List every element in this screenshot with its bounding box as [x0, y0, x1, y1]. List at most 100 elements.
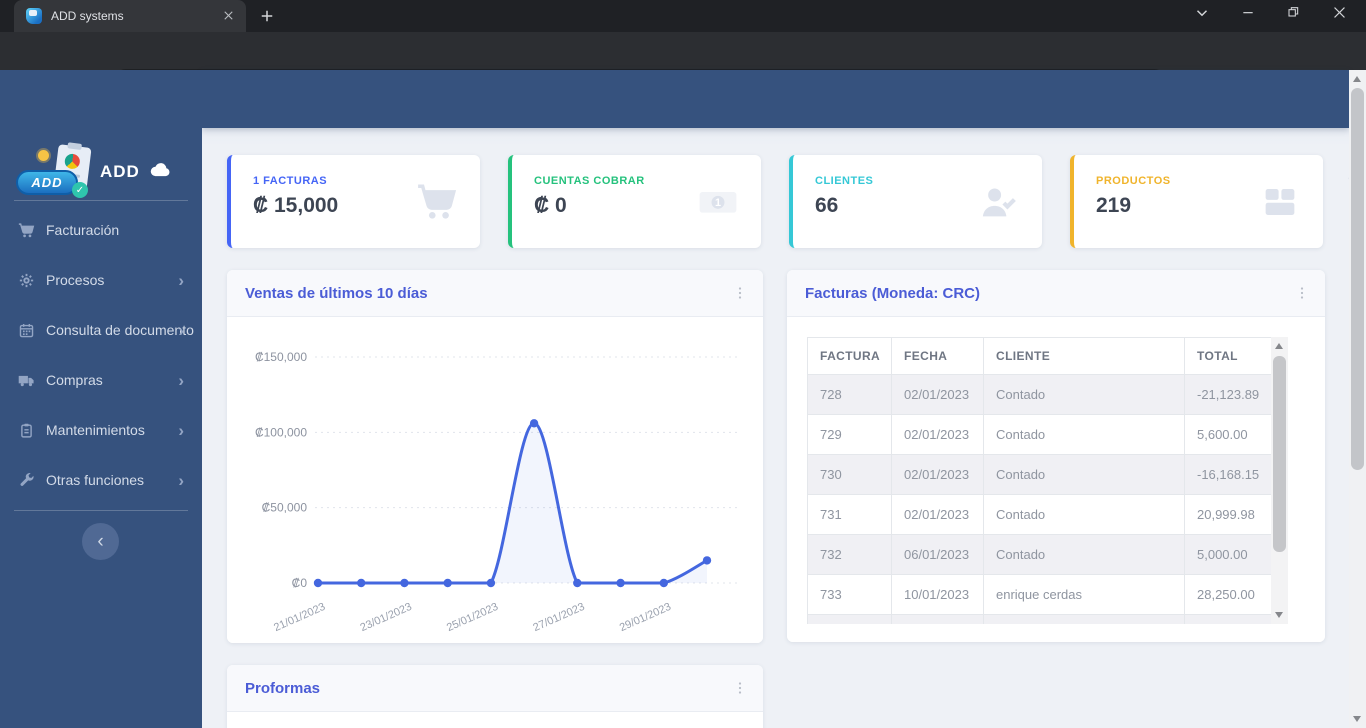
invoices-panel-header: Facturas (Moneda: CRC)	[787, 270, 1325, 317]
screen: ADD systems ADD ✓ ADD Facturación Proces…	[0, 0, 1366, 728]
sales-chart: ₡0 ₡50,000 ₡100,000 ₡150,000 21/01/2023 23/01…	[255, 350, 739, 634]
page-scrollbar-thumb[interactable]	[1351, 88, 1364, 470]
proformas-panel-kebab-icon[interactable]	[731, 679, 749, 697]
sidebar-item-label: Compras	[46, 372, 103, 388]
page-scrollbar[interactable]	[1349, 70, 1366, 728]
invoices-panel-title: Facturas (Moneda: CRC)	[805, 284, 981, 302]
sales-panel-header: Ventas de últimos 10 días	[227, 270, 763, 317]
table-cell: 734	[807, 614, 892, 624]
invoice-table-scrollbar[interactable]	[1271, 337, 1288, 624]
proformas-panel-body	[227, 712, 763, 728]
invoices-panel-kebab-icon[interactable]	[1293, 284, 1311, 302]
proformas-panel-title: Proformas	[245, 679, 321, 697]
window-minimize-button[interactable]	[1240, 4, 1264, 28]
table-cell: 28,250.00	[1184, 574, 1272, 615]
table-cell: 728	[807, 374, 892, 415]
table-cell: 02/01/2023	[891, 494, 984, 535]
table-row: 730 02/01/2023 Contado -16,168.15	[807, 454, 1272, 495]
logo-bulb-graphic	[38, 150, 49, 161]
scroll-up-arrow[interactable]	[1353, 76, 1361, 82]
table-cell: 02/01/2023	[891, 374, 984, 415]
sales-panel: Ventas de últimos 10 días ₡0 ₡50,000 ₡100,…	[227, 270, 763, 643]
chevron-right-icon: ›	[178, 420, 184, 440]
table-cell: 02/01/2023	[891, 414, 984, 455]
invoice-table-header-row: FACTURA FECHA CLIENTE TOTAL	[807, 337, 1272, 375]
new-tab-button[interactable]	[258, 7, 276, 25]
svg-text:₡50,000: ₡50,000	[262, 501, 308, 515]
window-restore-button[interactable]	[1285, 4, 1309, 28]
tab-search-chevron-icon[interactable]	[1193, 4, 1217, 28]
svg-text:23/01/2023: 23/01/2023	[358, 601, 413, 634]
table-cell: -21,123.89	[1184, 374, 1272, 415]
tab-close-icon[interactable]	[221, 8, 238, 25]
table-row: 73410/01/2023Contado28,250.00	[807, 614, 1272, 624]
invoices-panel: Facturas (Moneda: CRC) FACTURA FECHA CLIEN…	[787, 270, 1325, 642]
chevron-right-icon: ›	[178, 270, 184, 290]
chevron-right-icon: ›	[178, 470, 184, 490]
table-cell: 02/01/2023	[891, 454, 984, 495]
table-row: 728 02/01/2023 Contado -21,123.89	[807, 374, 1272, 415]
cart-icon	[18, 222, 35, 239]
table-cell: 5,600.00	[1184, 414, 1272, 455]
proformas-panel-header: Proformas	[227, 665, 763, 712]
invoices-panel-body: FACTURA FECHA CLIENTE TOTAL 728 02/01/2023 Co…	[787, 317, 1325, 642]
sidebar-item-label: Otras funciones	[46, 472, 145, 488]
table-row: 729 02/01/2023 Contado 5,600.00	[807, 414, 1272, 455]
sidebar-collapse-button[interactable]: ‹	[82, 523, 119, 560]
window-close-button[interactable]	[1331, 4, 1355, 28]
svg-text:29/01/2023: 29/01/2023	[618, 601, 673, 634]
logo-cloud-graphic: ADD	[16, 170, 78, 195]
sidebar-item-compras[interactable]: Compras ›	[0, 355, 202, 405]
app-logo[interactable]: ADD ✓	[14, 144, 96, 198]
sidebar-item-label: Mantenimientos	[46, 422, 145, 438]
svg-text:₡150,000: ₡150,000	[255, 350, 307, 364]
column-header-cliente: CLIENTE	[983, 337, 1185, 375]
table-cell: 733	[807, 574, 892, 615]
scroll-down-arrow[interactable]	[1353, 716, 1361, 722]
table-row: 731 02/01/2023 Contado 20,999.98	[807, 494, 1272, 535]
table-scroll-down-arrow[interactable]	[1275, 612, 1283, 618]
app-navbar: Enrique Cerdas	[202, 70, 1366, 180]
brand: ADD	[100, 162, 172, 182]
tab-favicon	[26, 8, 42, 24]
column-header-fecha: FECHA	[891, 337, 984, 375]
gear-icon	[18, 272, 35, 289]
column-header-total: TOTAL	[1184, 337, 1272, 375]
sidebar-item-procesos[interactable]: Procesos ›	[0, 255, 202, 305]
cloud-icon	[148, 162, 172, 177]
sidebar-item-facturacion[interactable]: Facturación	[0, 205, 202, 255]
stat-card-clientes: CLIENTES 66	[789, 155, 1042, 248]
sidebar-item-label: Procesos	[46, 272, 105, 288]
svg-text:25/01/2023: 25/01/2023	[445, 601, 500, 634]
svg-text:₡100,000: ₡100,000	[255, 425, 307, 439]
svg-text:₡0: ₡0	[292, 576, 308, 590]
clipboard-icon	[18, 422, 35, 439]
calendar-icon	[18, 322, 35, 339]
sales-panel-title: Ventas de últimos 10 días	[245, 284, 428, 302]
table-cell: 729	[807, 414, 892, 455]
table-cell: 20,999.98	[1184, 494, 1272, 535]
browser-tab[interactable]: ADD systems	[14, 0, 246, 32]
table-cell: 10/01/2023	[891, 614, 984, 624]
money-icon: 1	[697, 181, 739, 223]
sidebar-item-mantenimientos[interactable]: Mantenimientos ›	[0, 405, 202, 455]
chevron-right-icon: ›	[178, 320, 184, 340]
table-cell: Contado	[983, 454, 1185, 495]
table-scroll-up-arrow[interactable]	[1275, 343, 1283, 349]
invoice-table-scrollbar-thumb[interactable]	[1273, 356, 1286, 552]
table-cell: Contado	[983, 494, 1185, 535]
table-cell: enrique cerdas	[983, 574, 1185, 615]
main-content: 1 FACTURAS ₡ 15,000 CUENTAS COBRAR ₡ 0 1 CLIE…	[202, 128, 1349, 728]
table-cell: Contado	[983, 614, 1185, 624]
sidebar-item-consulta-de-documento[interactable]: Consulta de documento ›	[0, 305, 202, 355]
table-cell: 730	[807, 454, 892, 495]
invoice-table: FACTURA FECHA CLIENTE TOTAL 728 02/01/2023 Co…	[807, 337, 1272, 624]
table-cell: Contado	[983, 414, 1185, 455]
user-check-icon	[978, 181, 1020, 223]
table-row: 732 06/01/2023 Contado 5,000.00	[807, 534, 1272, 575]
box-icon	[1259, 181, 1301, 223]
sidebar-item-otras-funciones[interactable]: Otras funciones ›	[0, 455, 202, 505]
sales-panel-body: ₡0 ₡50,000 ₡100,000 ₡150,000 21/01/2023 23/01…	[227, 317, 763, 643]
sales-panel-kebab-icon[interactable]	[731, 284, 749, 302]
table-cell: 732	[807, 534, 892, 575]
